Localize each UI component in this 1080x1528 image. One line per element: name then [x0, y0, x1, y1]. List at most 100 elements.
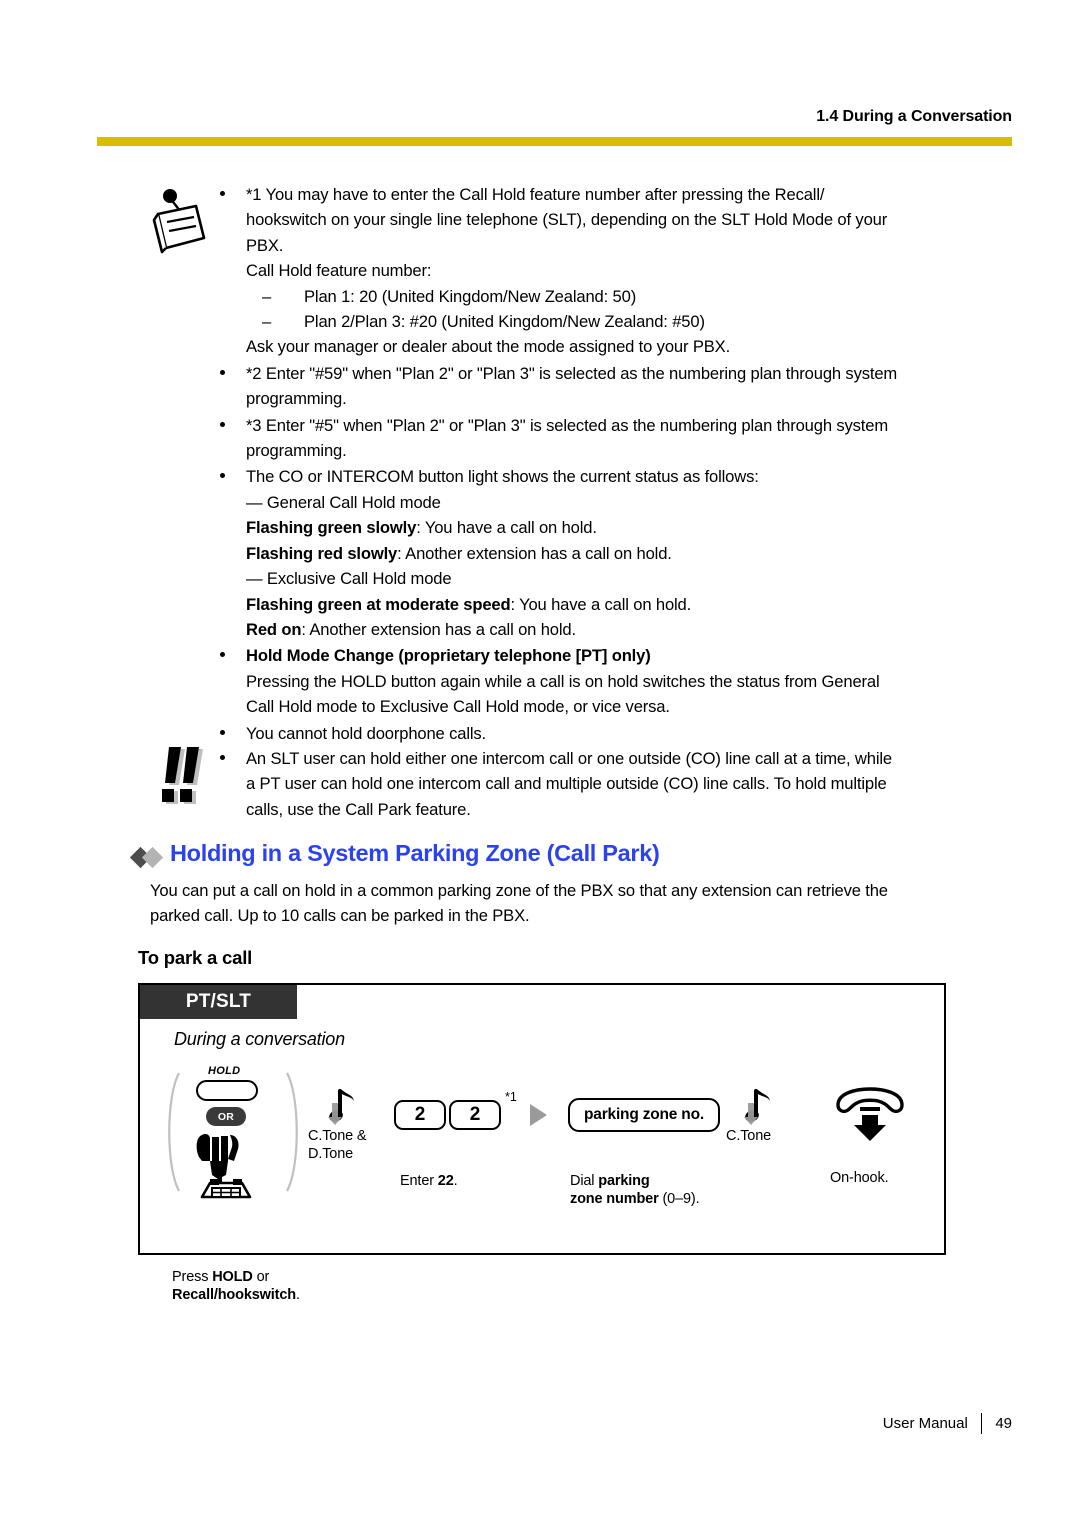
- caption-post: .: [295, 1287, 300, 1303]
- footer-page-number: 49: [995, 1415, 1012, 1432]
- status-intro: The CO or INTERCOM button light shows th…: [246, 467, 759, 487]
- status-mode2-label: — Exclusive Call Hold mode: [246, 569, 452, 589]
- tone-note-icon: [326, 1085, 366, 1132]
- caption-mid: or: [252, 1269, 270, 1285]
- caution-line-3: calls, use the Call Park feature.: [246, 799, 471, 819]
- key-2-second[interactable]: 2: [449, 1100, 501, 1130]
- note-bullet-hold-mode-change: Hold Mode Change (proprietary telephone …: [206, 643, 1006, 719]
- step-enter-caption: Enter 22.: [400, 1172, 458, 1190]
- status-mode1-state-1: Flashing green slowly: You have a call o…: [246, 515, 1006, 540]
- section-heading-text: Holding in a System Parking Zone (Call P…: [170, 840, 660, 866]
- step-hold-caption: Press HOLD or Recall/hookswitch.: [172, 1268, 352, 1304]
- bullet-dot: [220, 191, 225, 196]
- sub-heading-to-park-a-call: To park a call: [138, 947, 253, 968]
- caption-bold-parking: parking: [598, 1173, 650, 1189]
- bullet-dot: [220, 755, 225, 760]
- state-name: Flashing red slowly: [246, 543, 398, 563]
- step-parking-caption: Dial parking zone number (0–9).: [570, 1172, 770, 1208]
- keypad-keys: 2 2: [394, 1100, 501, 1130]
- caption-bold-hold: HOLD: [212, 1269, 253, 1285]
- caption-bold-zone-number: zone number: [570, 1191, 659, 1207]
- tone-line-1: C.Tone &: [308, 1128, 367, 1144]
- note-bullet-fn1: *1 You may have to enter the Call Hold f…: [206, 182, 1006, 360]
- tone-note-icon: [742, 1085, 782, 1132]
- fn1-line-2: hookswitch on your single line telephone…: [246, 210, 888, 230]
- tone-caption-2: C.Tone: [726, 1128, 772, 1144]
- tone-line-2: D.Tone: [308, 1146, 354, 1162]
- brace-left-icon: [162, 1071, 182, 1198]
- note-bullet-list: *1 You may have to enter the Call Hold f…: [206, 182, 1006, 746]
- note-bullet-fn3: *3 Enter "#5" when "Plan 2" or "Plan 3" …: [206, 413, 1006, 464]
- status-mode2-state-2: Red on: Another extension has a call on …: [246, 617, 1006, 642]
- fn1-line-1: *1 You may have to enter the Call Hold f…: [246, 185, 825, 204]
- doorphone-text: You cannot hold doorphone calls.: [246, 723, 486, 743]
- caption-bold-22: 22: [437, 1173, 454, 1189]
- fn1-sub-plan1-text: Plan 1: 20 (United Kingdom/New Zealand: …: [304, 286, 637, 306]
- diamond-light-icon: [141, 846, 164, 869]
- status-mode1-state-2: Flashing red slowly: Another extension h…: [246, 541, 1006, 566]
- caption-post: .: [453, 1173, 458, 1189]
- header-rule: [97, 137, 1012, 146]
- footer-label: User Manual: [882, 1415, 968, 1432]
- bullet-dot: [220, 369, 225, 375]
- caption-pre: Press: [172, 1269, 213, 1285]
- status-mode2-state-1: Flashing green at moderate speed: You ha…: [246, 592, 1006, 617]
- caption-pre: Enter: [400, 1173, 438, 1189]
- hold-mode-line-2: Call Hold mode to Exclusive Call Hold mo…: [246, 697, 670, 717]
- hold-mode-title: Hold Mode Change (proprietary telephone …: [246, 646, 651, 666]
- on-hook-handset-icon: [830, 1087, 910, 1148]
- hold-button-label: HOLD: [208, 1065, 241, 1077]
- hold-button-icon[interactable]: [196, 1080, 258, 1101]
- caption-pre: Dial: [570, 1173, 599, 1189]
- step-onhook-caption: On-hook.: [830, 1170, 889, 1186]
- section-body-line-1: You can put a call on hold in a common p…: [150, 881, 888, 900]
- section-body: You can put a call on hold in a common p…: [150, 878, 1008, 929]
- caution-bullet-list: An SLT user can hold either one intercom…: [206, 746, 1006, 822]
- dash-marker: –: [262, 312, 272, 332]
- footer-divider: [980, 1413, 983, 1434]
- triangle-right-icon: [530, 1104, 547, 1126]
- diagram-state-label: During a conversation: [174, 1029, 345, 1049]
- fn3-line-1: *3 Enter "#5" when "Plan 2" or "Plan 3" …: [246, 415, 889, 435]
- state-name: Red on: [246, 619, 302, 639]
- bullet-dot: [220, 652, 225, 658]
- fn1-sub-plan2: – Plan 2/Plan 3: #20 (United Kingdom/New…: [246, 309, 1006, 334]
- parking-zone-no-box[interactable]: parking zone no.: [568, 1098, 720, 1132]
- procedure-diagram: PT/SLT During a conversation HOLD OR Pre…: [138, 983, 946, 1303]
- fn2-line-1: *2 Enter "#59" when "Plan 2" or "Plan 3"…: [246, 363, 898, 383]
- note-bullet-doorphone: You cannot hold doorphone calls.: [206, 721, 1006, 746]
- fn1-line-3: PBX.: [246, 235, 284, 255]
- fn1-sub-plan1: – Plan 1: 20 (United Kingdom/New Zealand…: [246, 284, 1006, 309]
- note-bullet-status: The CO or INTERCOM button light shows th…: [206, 464, 1006, 642]
- bullet-dot: [220, 421, 225, 427]
- section-heading: Holding in a System Parking Zone (Call P…: [129, 840, 993, 874]
- phone-type-tag: PT/SLT: [140, 985, 297, 1019]
- tone-caption-1: C.Tone & D.Tone: [308, 1127, 367, 1163]
- page-footer: User Manual 49: [883, 1413, 1012, 1434]
- caution-line-1: An SLT user can hold either one intercom…: [246, 749, 892, 768]
- caption-post: (0–9).: [658, 1191, 700, 1207]
- dash-marker: –: [262, 286, 272, 306]
- state-desc: : Another extension has a call on hold.: [397, 543, 672, 563]
- page-header-title: 1.4 During a Conversation: [816, 108, 1012, 125]
- status-mode1-label: — General Call Hold mode: [246, 492, 441, 512]
- state-desc: : Another extension has a call on hold.: [301, 619, 576, 639]
- fn3-line-2: programming.: [246, 441, 347, 461]
- handset-to-base-icon: [188, 1127, 274, 1214]
- fn1-tail: Ask your manager or dealer about the mod…: [246, 337, 731, 357]
- state-name: Flashing green at moderate speed: [246, 594, 511, 614]
- fn2-line-2: programming.: [246, 389, 347, 409]
- fn1-line-4: Call Hold feature number:: [246, 261, 432, 281]
- document-page: 1.4 During a Conversation *1 You may hav…: [0, 0, 1080, 1528]
- note-bullet-fn2: *2 Enter "#59" when "Plan 2" or "Plan 3"…: [206, 361, 1006, 412]
- key-2-first[interactable]: 2: [394, 1100, 446, 1130]
- caption-bold-recall: Recall/hookswitch: [172, 1287, 296, 1303]
- state-desc: : You have a call on hold.: [416, 518, 597, 538]
- caution-line-2: a PT user can hold one intercom call and…: [246, 774, 887, 794]
- caution-bullet: An SLT user can hold either one intercom…: [206, 746, 1006, 822]
- bullet-dot: [220, 473, 225, 479]
- state-name: Flashing green slowly: [246, 518, 417, 538]
- state-desc: : You have a call on hold.: [510, 594, 692, 614]
- section-body-line-2: parked call. Up to 10 calls can be parke…: [150, 906, 530, 926]
- brace-right-icon: [284, 1071, 304, 1198]
